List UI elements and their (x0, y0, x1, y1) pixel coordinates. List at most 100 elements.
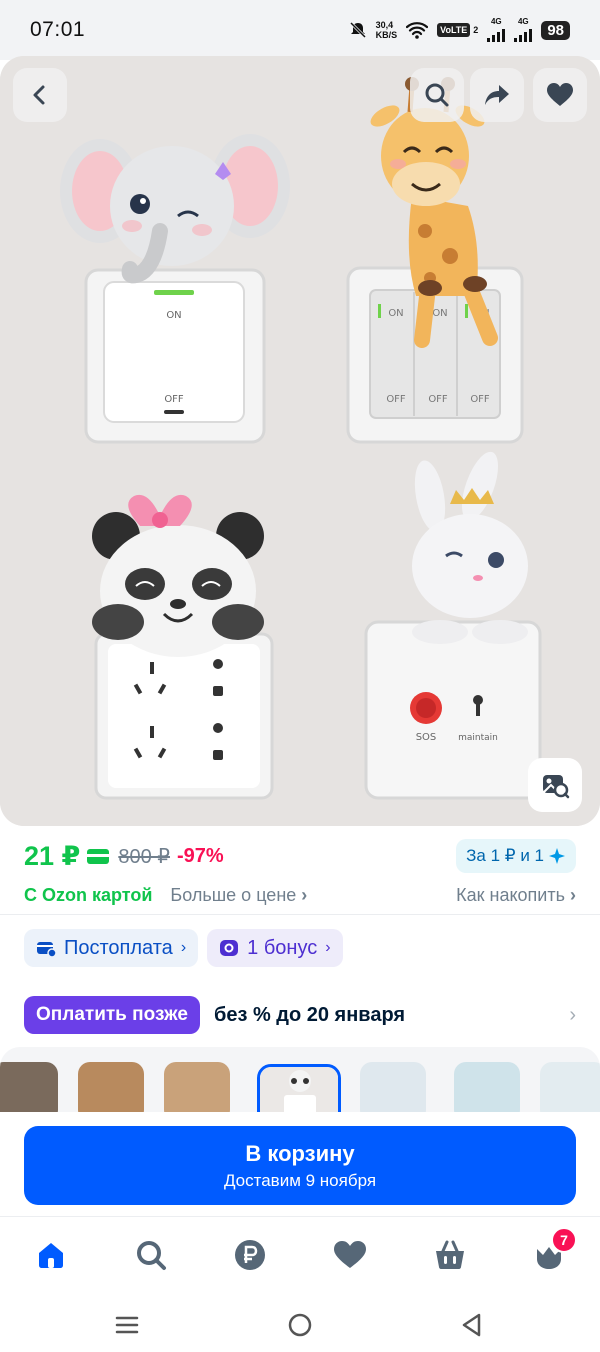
divider (0, 914, 600, 915)
pay-later-text: без % до 20 января (213, 1003, 406, 1026)
thumbnail-image (260, 1067, 338, 1117)
home-system-button[interactable] (285, 1310, 315, 1340)
thumbnail[interactable] (164, 1062, 230, 1117)
panda-socket-illustration (92, 494, 274, 800)
cart-icon (436, 1240, 464, 1269)
ozon-card-label: С Ozon картой (24, 884, 153, 905)
search-button[interactable] (410, 68, 464, 122)
old-price: 800 ₽ (118, 845, 170, 868)
thumbnail-selected[interactable] (257, 1064, 341, 1117)
ozon-card-icon (87, 848, 110, 864)
postpay-label: Постоплата (64, 936, 173, 959)
signal-bars-icon (487, 26, 506, 42)
svg-text:OFF: OFF (470, 394, 490, 405)
net-type-1: 4G (490, 17, 502, 26)
price-sub-row: С Ozon картой Больше о цене › Как накопи… (24, 882, 576, 908)
share-button[interactable] (470, 68, 524, 122)
delivery-date: Доставим 9 ноября (223, 1170, 377, 1190)
add-to-cart-button[interactable]: В корзину Доставим 9 ноября (24, 1126, 576, 1205)
switch-on-label: ON (166, 310, 181, 321)
more-about-price-link[interactable]: Больше о цене › (170, 885, 307, 906)
chevron-right-icon: › (569, 1003, 576, 1026)
circle-icon (288, 1313, 312, 1337)
chevron-right-icon: › (325, 939, 331, 956)
price-block: 21 ₽ 800 ₽ -97% За 1 ₽ и 1 С Ozon картой… (0, 830, 600, 920)
mute-bell-icon (349, 21, 366, 39)
price-row: 21 ₽ 800 ₽ -97% За 1 ₽ и 1 (24, 830, 576, 882)
bonus-coin-icon (220, 940, 239, 956)
signal-bars-icon (514, 26, 533, 42)
status-icons: 30,4 KB/S VoLTE 2 4G 4G 98 (349, 18, 570, 42)
back-button[interactable] (13, 68, 67, 122)
home-icon (39, 1243, 63, 1268)
cart-count-badge: 7 (551, 1227, 577, 1253)
thumbnail[interactable] (360, 1062, 426, 1117)
status-bar: 07:01 30,4 KB/S VoLTE 2 4G 4G 98 (0, 0, 600, 60)
svg-text:OFF: OFF (428, 394, 448, 405)
recent-apps-button[interactable] (112, 1310, 142, 1340)
thumbnail[interactable] (454, 1062, 520, 1117)
product-gallery[interactable]: ON OFF ON ON ON (0, 56, 600, 826)
current-price: 21 ₽ (24, 840, 81, 871)
how-to-earn-link[interactable]: Как накопить › (456, 885, 576, 906)
system-navigation (0, 1292, 600, 1352)
maintain-label: maintain (458, 733, 498, 743)
svg-text:ON: ON (432, 308, 447, 319)
how-to-earn-text: Как накопить (456, 884, 565, 905)
elephant-switch-illustration: ON OFF (60, 134, 290, 444)
thumbnail[interactable] (78, 1062, 144, 1117)
search-icon (425, 83, 449, 107)
pay-later-badge: Оплатить позже (24, 996, 200, 1034)
bonus-chip-label: За 1 ₽ и 1 (466, 846, 544, 865)
product-image: ON OFF ON ON ON (0, 56, 600, 826)
postpay-chip[interactable]: Постоплата › (24, 929, 199, 967)
svg-text:ON: ON (388, 308, 403, 319)
heart-icon (547, 83, 573, 106)
payment-chips: Постоплата › 1 бонус › (24, 929, 343, 967)
pay-later-banner[interactable]: Оплатить позже без % до 20 января › (24, 996, 576, 1034)
signal-2: 4G (514, 18, 533, 42)
more-about-price-text: Больше о цене (170, 884, 297, 905)
cart-area: В корзину Доставим 9 ноября (0, 1112, 600, 1216)
image-search-icon (543, 775, 570, 799)
share-icon (485, 85, 509, 105)
nav-home[interactable] (31, 1235, 71, 1275)
visual-search-button[interactable] (528, 758, 582, 812)
wallet-icon (37, 942, 56, 957)
chevron-right-icon: › (180, 939, 187, 956)
back-system-button[interactable] (456, 1310, 486, 1340)
nav-search[interactable] (131, 1235, 171, 1275)
net-speed: 30,4 KB/S (376, 20, 398, 40)
nav-cart[interactable] (430, 1235, 470, 1275)
nav-profile[interactable]: 7 (529, 1227, 577, 1275)
search-icon (137, 1241, 166, 1270)
net-speed-value: 30,4 (375, 20, 394, 30)
ruble-icon (235, 1240, 265, 1270)
bonus-label: 1 бонус (247, 936, 318, 959)
thumbnail[interactable] (540, 1062, 600, 1117)
nav-finance[interactable] (230, 1235, 270, 1275)
bonus-chip[interactable]: За 1 ₽ и 1 (456, 839, 576, 873)
discount-badge: -97% (176, 844, 224, 867)
add-to-cart-label: В корзину (245, 1140, 355, 1166)
svg-text:OFF: OFF (386, 394, 406, 405)
status-time: 07:01 (30, 18, 86, 41)
chevron-right-icon: › (301, 884, 308, 905)
signal-1: 4G (487, 17, 506, 42)
menu-icon (115, 1316, 139, 1334)
thumbnail-strip (0, 1047, 600, 1117)
battery-level: 98 (541, 20, 570, 40)
sos-label: SOS (416, 732, 437, 743)
sparkle-icon (549, 848, 565, 864)
chevron-right-icon: › (570, 884, 576, 905)
chevron-left-icon (33, 85, 45, 105)
switch-off-label: OFF (164, 394, 184, 405)
bonus-chip-points[interactable]: 1 бонус › (207, 929, 343, 967)
nav-favorites[interactable] (330, 1235, 370, 1275)
volte-badge: VoLTE (437, 23, 471, 37)
triangle-back-icon (462, 1313, 481, 1337)
net-speed-unit: KB/S (375, 30, 398, 40)
thumbnail[interactable] (0, 1062, 58, 1117)
bottom-navigation: 7 (0, 1216, 600, 1292)
favorite-button[interactable] (533, 68, 587, 122)
